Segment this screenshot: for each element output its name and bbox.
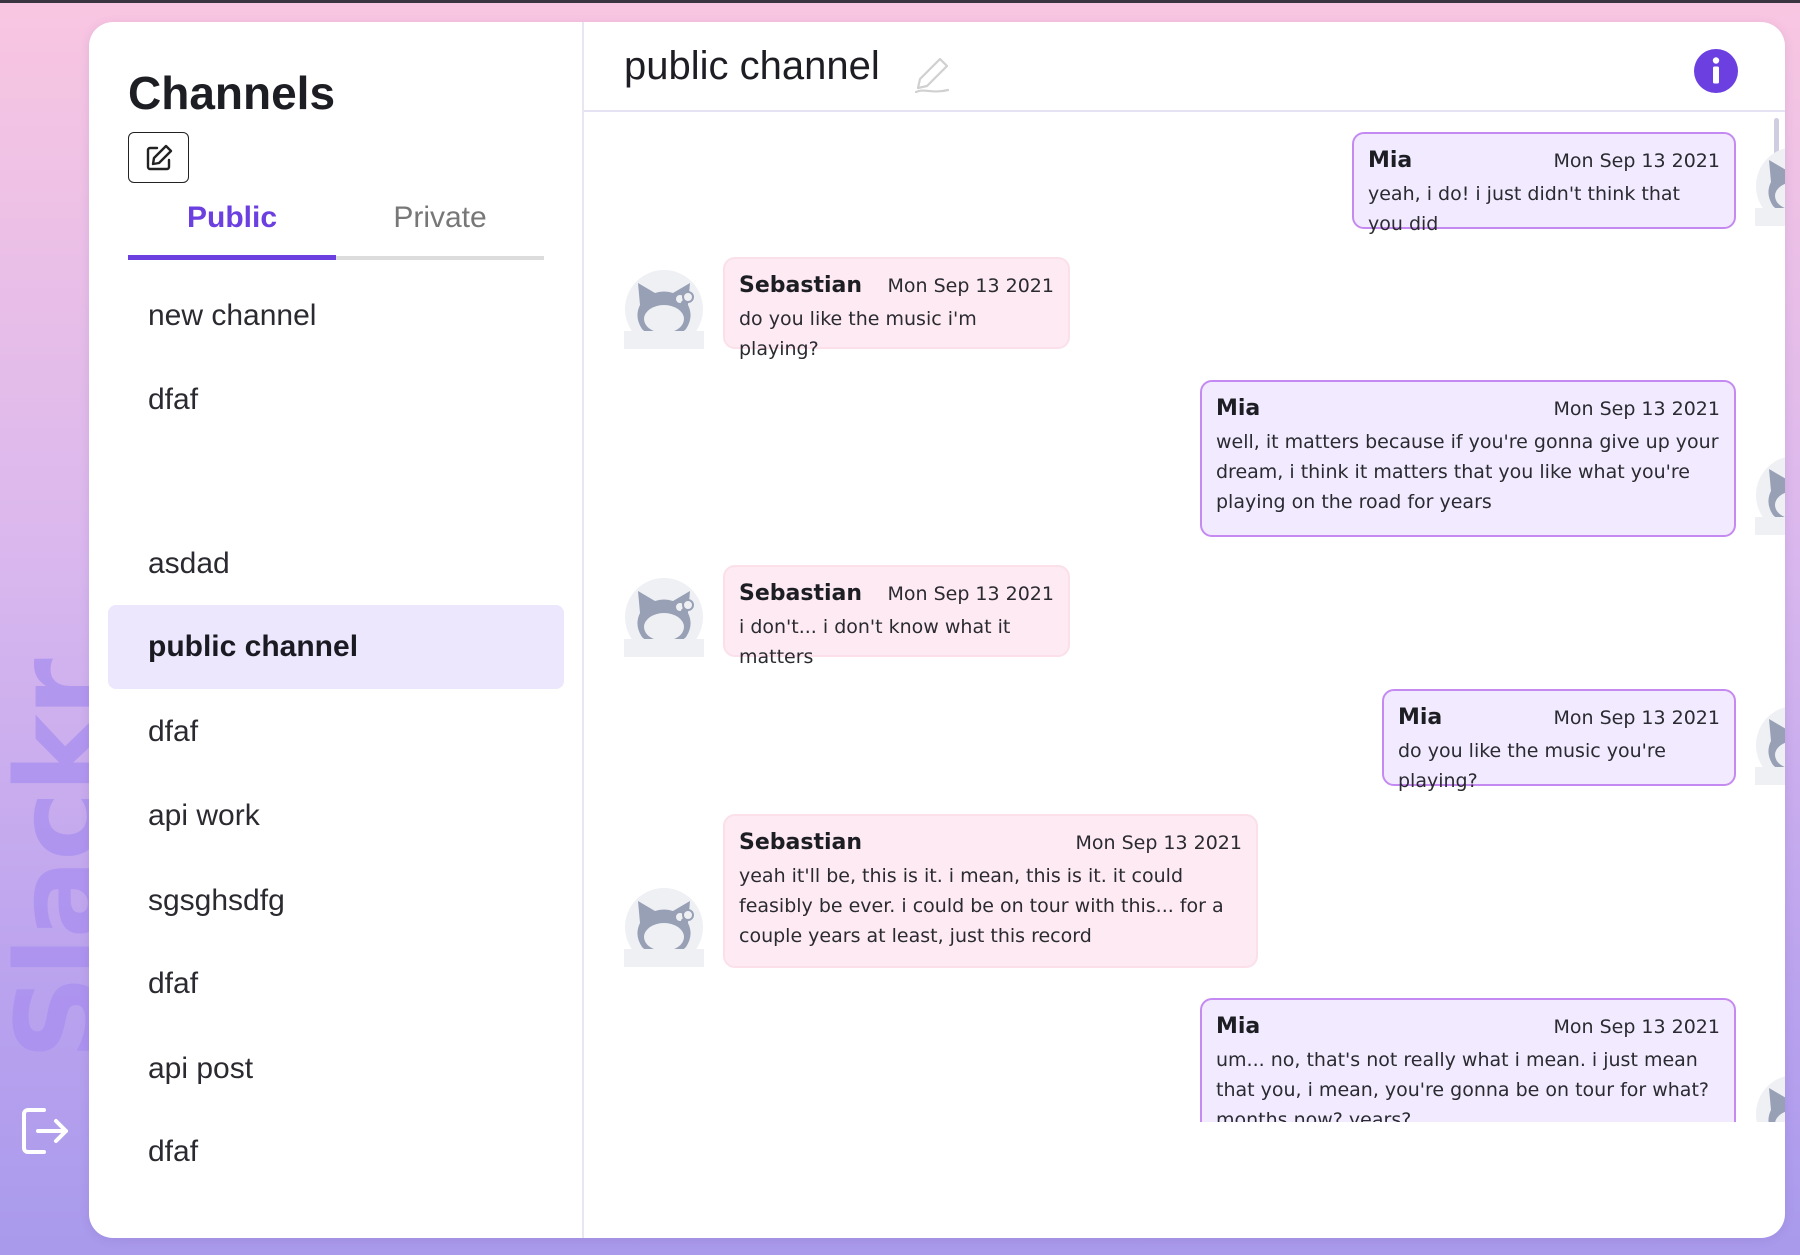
left-rail: Slackr — [0, 0, 128, 1255]
message-clip: Mia Mon Sep 13 2021 um... no, that's not… — [584, 112, 1785, 1122]
channel-item-asdad[interactable]: asdad — [108, 522, 564, 606]
channel-item-dfaf[interactable]: dfaf — [108, 1110, 564, 1194]
channel-item-sgsghsdfg[interactable]: sgsghsdfg — [108, 859, 564, 943]
channel-type-tabs: Public Private — [128, 190, 544, 260]
tab-private[interactable]: Private — [336, 190, 544, 260]
app-card: Channels Public Private new channel dfaf… — [89, 22, 1785, 1238]
channel-sidebar: Channels Public Private new channel dfaf… — [89, 22, 584, 1238]
logout-icon[interactable] — [14, 1100, 76, 1162]
chat-panel: public channel Mia Mon Sep 13 2021 yeah,… — [584, 22, 1785, 1238]
kitty-avatar-icon[interactable] — [1755, 1074, 1785, 1122]
channel-item-public-channel[interactable]: public channel — [108, 605, 564, 689]
channel-item-dfaf[interactable]: dfaf — [108, 358, 564, 442]
new-channel-button[interactable] — [128, 132, 189, 183]
message-date: Mon Sep 13 2021 — [1553, 1016, 1720, 1038]
channel-title: public channel — [624, 44, 880, 88]
channel-item-api-work[interactable]: api work — [108, 774, 564, 858]
window-top-border — [0, 0, 1800, 3]
message-author: Mia — [1216, 1014, 1261, 1039]
chat-header: public channel — [584, 22, 1785, 112]
channel-item-new-channel[interactable]: new channel — [108, 274, 564, 358]
channel-item-dfaf[interactable]: dfaf — [108, 690, 564, 774]
message-list[interactable]: Mia Mon Sep 13 2021 yeah, i do! i just d… — [584, 112, 1785, 1122]
channel-item-empty[interactable] — [108, 439, 564, 523]
message-text: um... no, that's not really what i mean.… — [1216, 1049, 1709, 1122]
message-bubble[interactable]: Mia Mon Sep 13 2021 um... no, that's not… — [1200, 998, 1736, 1122]
sidebar-title: Channels — [128, 67, 336, 119]
pencil-icon[interactable] — [910, 52, 954, 96]
channel-item-dfaf[interactable]: dfaf — [108, 942, 564, 1026]
channel-item-api-post[interactable]: api post — [108, 1027, 564, 1111]
edit-square-icon — [146, 144, 172, 170]
tab-public[interactable]: Public — [128, 190, 336, 260]
info-icon[interactable] — [1693, 48, 1739, 94]
